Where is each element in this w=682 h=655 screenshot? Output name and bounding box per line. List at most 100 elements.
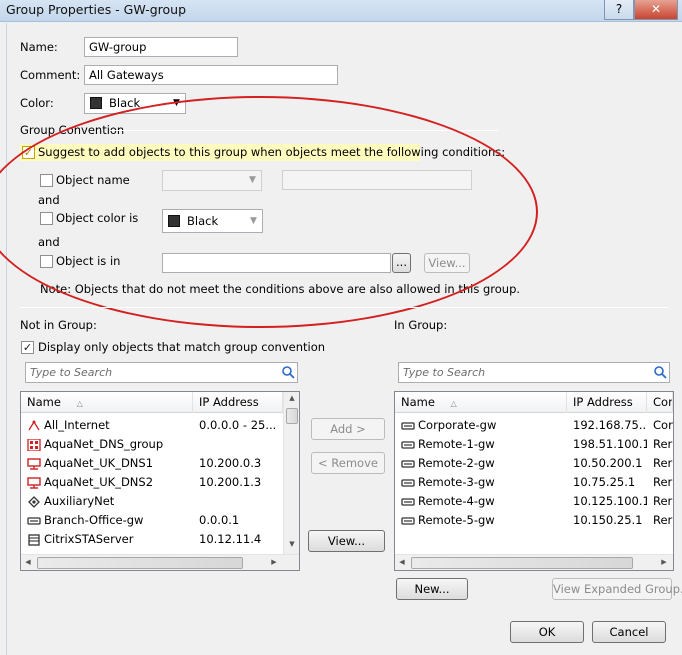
cancel-button[interactable]: Cancel [592,621,666,643]
name-input[interactable]: GW-group [84,37,238,57]
scroll-left-arrow-icon[interactable]: ◀ [23,558,33,566]
help-button[interactable]: ? [604,0,634,20]
column-header-name[interactable]: Name △ [395,392,567,413]
host-icon [27,457,41,470]
object-is-in-label: Object is in [56,254,121,268]
column-header-ip[interactable]: IP Address [567,392,647,413]
list-item[interactable]: Remote-5-gw 10.150.25.1 Rer [395,511,673,530]
scroll-right-arrow-icon[interactable]: ▶ [659,558,669,566]
search-placeholder: Type to Search [30,366,113,379]
object-name-label: Object name [56,173,130,187]
list-item-name: AuxiliaryNet [27,492,193,511]
display-only-checkbox[interactable]: ✓ [21,341,34,354]
horizontal-scrollbar[interactable]: ◀ ▶ [21,554,299,570]
list-item-extra: Rer [653,437,673,451]
in-group-list[interactable]: Name △ IP Address Cor Corporate-gw 192.1… [394,391,674,571]
list-item-name: Remote-1-gw [401,435,567,454]
object-name-input[interactable] [282,170,472,190]
and-label-1: and [38,193,60,207]
column-header-extra[interactable]: Cor [647,392,673,413]
scroll-right-arrow-icon[interactable]: ▶ [269,558,279,566]
column-header-ip[interactable]: IP Address [193,392,283,413]
host-icon [27,476,41,489]
list-item-name: Remote-2-gw [401,454,567,473]
object-color-select[interactable]: Black ▼ [162,209,263,233]
convention-view-button[interactable]: View... [424,253,470,273]
search-icon[interactable] [282,366,295,379]
gateway-icon [401,421,415,430]
list-item[interactable]: AquaNet_UK_DNS2 10.200.1.3 [21,473,283,492]
group-icon [27,438,41,451]
scroll-thumb[interactable] [37,557,243,569]
view-button[interactable]: View... [308,530,385,552]
list-rows: All_Internet 0.0.0.0 - 25... AquaNet_DNS… [21,416,283,549]
list-item-name: Remote-5-gw [401,511,567,530]
list-item-extra: Rer [653,513,673,527]
list-item-name: Branch-Office-gw [27,511,193,530]
close-icon: ✕ [650,2,662,16]
scroll-down-arrow-icon[interactable]: ▼ [284,540,299,548]
color-select-value: Black [109,96,141,110]
list-item[interactable]: Remote-2-gw 10.50.200.1 Rer [395,454,673,473]
horizontal-scrollbar[interactable]: ◀ ▶ [395,554,673,570]
convention-note: Note: Objects that do not meet the condi… [40,282,521,296]
list-item[interactable]: Remote-1-gw 198.51.100.1 Rer [395,435,673,454]
view-expanded-group-button[interactable]: View Expanded Group... [552,578,682,600]
list-item-ip: 10.75.25.1 [573,475,636,489]
object-is-in-input[interactable] [162,253,391,273]
in-group-search[interactable]: Type to Search [398,362,670,383]
list-item[interactable]: AuxiliaryNet [21,492,283,511]
list-item[interactable]: AquaNet_DNS_group [21,435,283,454]
comment-input[interactable]: All Gateways [84,65,338,85]
list-item-ip: 0.0.0.0 - 25... [199,418,277,432]
not-in-group-search[interactable]: Type to Search [25,362,298,383]
sort-icon: △ [450,399,457,408]
not-in-group-list[interactable]: Name △ IP Address All_Internet 0.0.0.0 -… [20,391,300,571]
vertical-scrollbar[interactable]: ▲ ▼ [283,392,299,554]
chevron-down-icon: ▼ [249,175,256,185]
browse-button[interactable]: ... [392,253,411,273]
color-select[interactable]: Black ▼ [84,93,186,114]
list-rows: Corporate-gw 192.168.75.... Cor Remote-1… [395,416,673,530]
column-header-name[interactable]: Name △ [21,392,193,413]
list-item[interactable]: Remote-3-gw 10.75.25.1 Rer [395,473,673,492]
not-in-group-title: Not in Group: [20,318,97,332]
scroll-up-arrow-icon[interactable]: ▲ [284,394,299,402]
search-icon[interactable] [654,366,667,379]
list-item-ip: 10.50.200.1 [573,456,643,470]
help-icon: ? [615,2,623,16]
object-is-in-checkbox[interactable] [40,255,53,268]
scroll-thumb[interactable] [286,408,298,424]
list-item-ip: 10.150.25.1 [573,513,643,527]
chevron-down-icon: ▼ [173,98,180,108]
list-item-name: Corporate-gw [401,416,567,435]
list-item[interactable]: Corporate-gw 192.168.75.... Cor [395,416,673,435]
close-button[interactable]: ✕ [634,0,678,20]
list-item-name: Remote-4-gw [401,492,567,511]
suggest-checkbox[interactable]: ✓ [22,146,35,159]
list-item[interactable]: All_Internet 0.0.0.0 - 25... [21,416,283,435]
list-item[interactable]: AquaNet_UK_DNS1 10.200.0.3 [21,454,283,473]
and-label-2: and [38,235,60,249]
object-color-checkbox[interactable] [40,212,53,225]
list-item[interactable]: Remote-4-gw 10.125.100.1 Rer [395,492,673,511]
list-item-name: AquaNet_UK_DNS2 [27,473,193,492]
list-item[interactable]: CitrixSTAServer 10.12.11.4 [21,530,283,549]
list-item-ip: 10.12.11.4 [199,532,262,546]
new-button[interactable]: New... [396,578,468,600]
object-name-select[interactable]: ▼ [162,170,262,191]
list-item-name: All_Internet [27,416,193,435]
network-icon [28,495,40,508]
color-label: Color: [20,96,54,110]
ok-button[interactable]: OK [510,621,584,643]
suggest-checkbox-row[interactable]: ✓ Suggest to add objects to this group w… [20,144,505,161]
remove-button[interactable]: < Remove [311,452,385,474]
scroll-left-arrow-icon[interactable]: ◀ [397,558,407,566]
scroll-thumb[interactable] [411,557,633,569]
server-icon [28,533,40,546]
list-item-extra: Cor [653,418,673,432]
list-item[interactable]: Branch-Office-gw 0.0.0.1 [21,511,283,530]
object-name-checkbox[interactable] [40,174,53,187]
add-button[interactable]: Add > [311,418,385,440]
object-color-value: Black [187,214,219,228]
